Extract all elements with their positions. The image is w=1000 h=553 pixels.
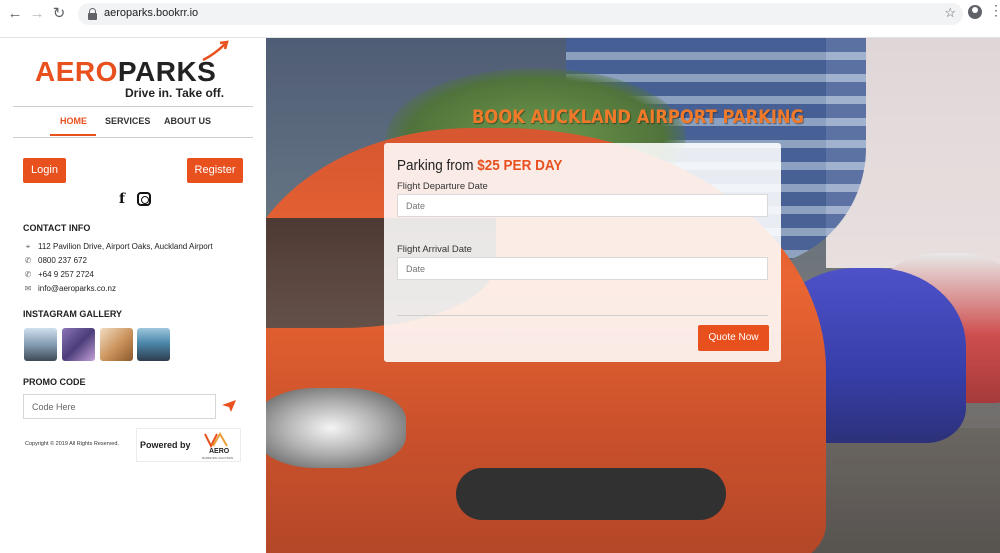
promo-code-heading: PROMO CODE bbox=[23, 377, 86, 387]
plane-swoosh-icon bbox=[202, 40, 229, 62]
contact-phone-2[interactable]: ✆ +64 9 257 2724 bbox=[23, 270, 253, 282]
arrow-right-icon[interactable]: → bbox=[28, 5, 46, 23]
kebab-menu-icon[interactable]: ⋮ bbox=[989, 3, 1000, 17]
mail-icon: ✉ bbox=[24, 284, 32, 293]
contact-phone-1[interactable]: ✆ 0800 237 672 bbox=[23, 256, 253, 268]
main-menu: HOME SERVICES ABOUT US bbox=[13, 114, 253, 136]
hero-section: BOOK AUCKLAND AIRPORT PARKING Parking fr… bbox=[266, 38, 1000, 553]
address-bar[interactable]: aeroparks.bookrr.io ☆ bbox=[78, 3, 963, 25]
logo-tagline: Drive in. Take off. bbox=[125, 86, 225, 100]
register-button[interactable]: Register bbox=[187, 158, 243, 183]
aero-marketing-logo: AERO MARKETING SOLUTIONS bbox=[202, 432, 233, 460]
gallery-thumbnail[interactable] bbox=[62, 328, 95, 361]
profile-icon[interactable] bbox=[968, 5, 982, 19]
departure-date-input[interactable] bbox=[397, 194, 768, 217]
menu-item-services[interactable]: SERVICES bbox=[105, 116, 150, 126]
active-menu-indicator bbox=[50, 134, 96, 136]
promo-code-input[interactable] bbox=[23, 394, 216, 419]
menu-divider-top bbox=[13, 106, 253, 107]
card-divider bbox=[397, 315, 768, 316]
price-highlight: $25 PER DAY bbox=[477, 157, 563, 174]
arrow-left-icon[interactable]: ← bbox=[6, 5, 24, 23]
facebook-icon[interactable]: f bbox=[119, 191, 125, 207]
gallery-thumbnail[interactable] bbox=[137, 328, 170, 361]
contact-info-heading: CONTACT INFO bbox=[23, 223, 91, 233]
contact-email[interactable]: ✉ info@aeroparks.co.nz bbox=[23, 284, 253, 296]
aeroparks-logo[interactable]: AEROPARKS Drive in. Take off. bbox=[33, 40, 233, 100]
instagram-icon[interactable] bbox=[137, 192, 151, 206]
powered-by-badge[interactable]: Powered by AERO MARKETING SOLUTIONS bbox=[136, 428, 241, 462]
departure-date-label: Flight Departure Date bbox=[397, 181, 488, 192]
booking-form-card: Parking from $25 PER DAY Flight Departur… bbox=[384, 143, 781, 362]
logo-wordmark: AEROPARKS bbox=[35, 56, 217, 87]
star-icon[interactable]: ☆ bbox=[944, 5, 956, 21]
sidebar: AEROPARKS Drive in. Take off. HOME SERVI… bbox=[0, 38, 266, 553]
instagram-gallery-heading: INSTAGRAM GALLERY bbox=[23, 309, 122, 319]
login-button[interactable]: Login bbox=[23, 158, 66, 183]
copyright-text: Copyright © 2019 All Rights Reserved. bbox=[25, 441, 119, 447]
menu-item-home[interactable]: HOME bbox=[60, 116, 87, 126]
contact-address: ⌖ 112 Pavilion Drive, Airport Oaks, Auck… bbox=[23, 242, 253, 254]
phone-icon: ✆ bbox=[24, 270, 32, 279]
menu-item-about-us[interactable]: ABOUT US bbox=[164, 116, 211, 126]
hero-title: BOOK AUCKLAND AIRPORT PARKING bbox=[471, 106, 805, 128]
url-text[interactable]: aeroparks.bookrr.io bbox=[104, 7, 198, 19]
arrival-date-label: Flight Arrival Date bbox=[397, 244, 472, 255]
reload-icon[interactable]: ↻ bbox=[50, 5, 68, 23]
send-icon[interactable] bbox=[222, 400, 236, 412]
gallery-thumbnail[interactable] bbox=[100, 328, 133, 361]
location-pin-icon: ⌖ bbox=[25, 242, 31, 251]
powered-by-text: Powered by bbox=[140, 440, 191, 450]
aero-logo-text: AERO bbox=[209, 448, 230, 455]
phone-icon: ✆ bbox=[24, 256, 32, 265]
quote-now-button[interactable]: Quote Now bbox=[698, 325, 769, 351]
gallery-thumbnail[interactable] bbox=[24, 328, 57, 361]
card-heading: Parking from $25 PER DAY bbox=[397, 157, 563, 174]
menu-divider-bottom bbox=[13, 137, 253, 138]
browser-toolbar: ← → ↻ aeroparks.bookrr.io ☆ ⋮ bbox=[0, 0, 1000, 38]
lock-icon bbox=[88, 8, 97, 20]
aero-logo-subtext: MARKETING SOLUTIONS bbox=[202, 456, 233, 460]
instagram-gallery bbox=[24, 328, 174, 361]
arrival-date-input[interactable] bbox=[397, 257, 768, 280]
